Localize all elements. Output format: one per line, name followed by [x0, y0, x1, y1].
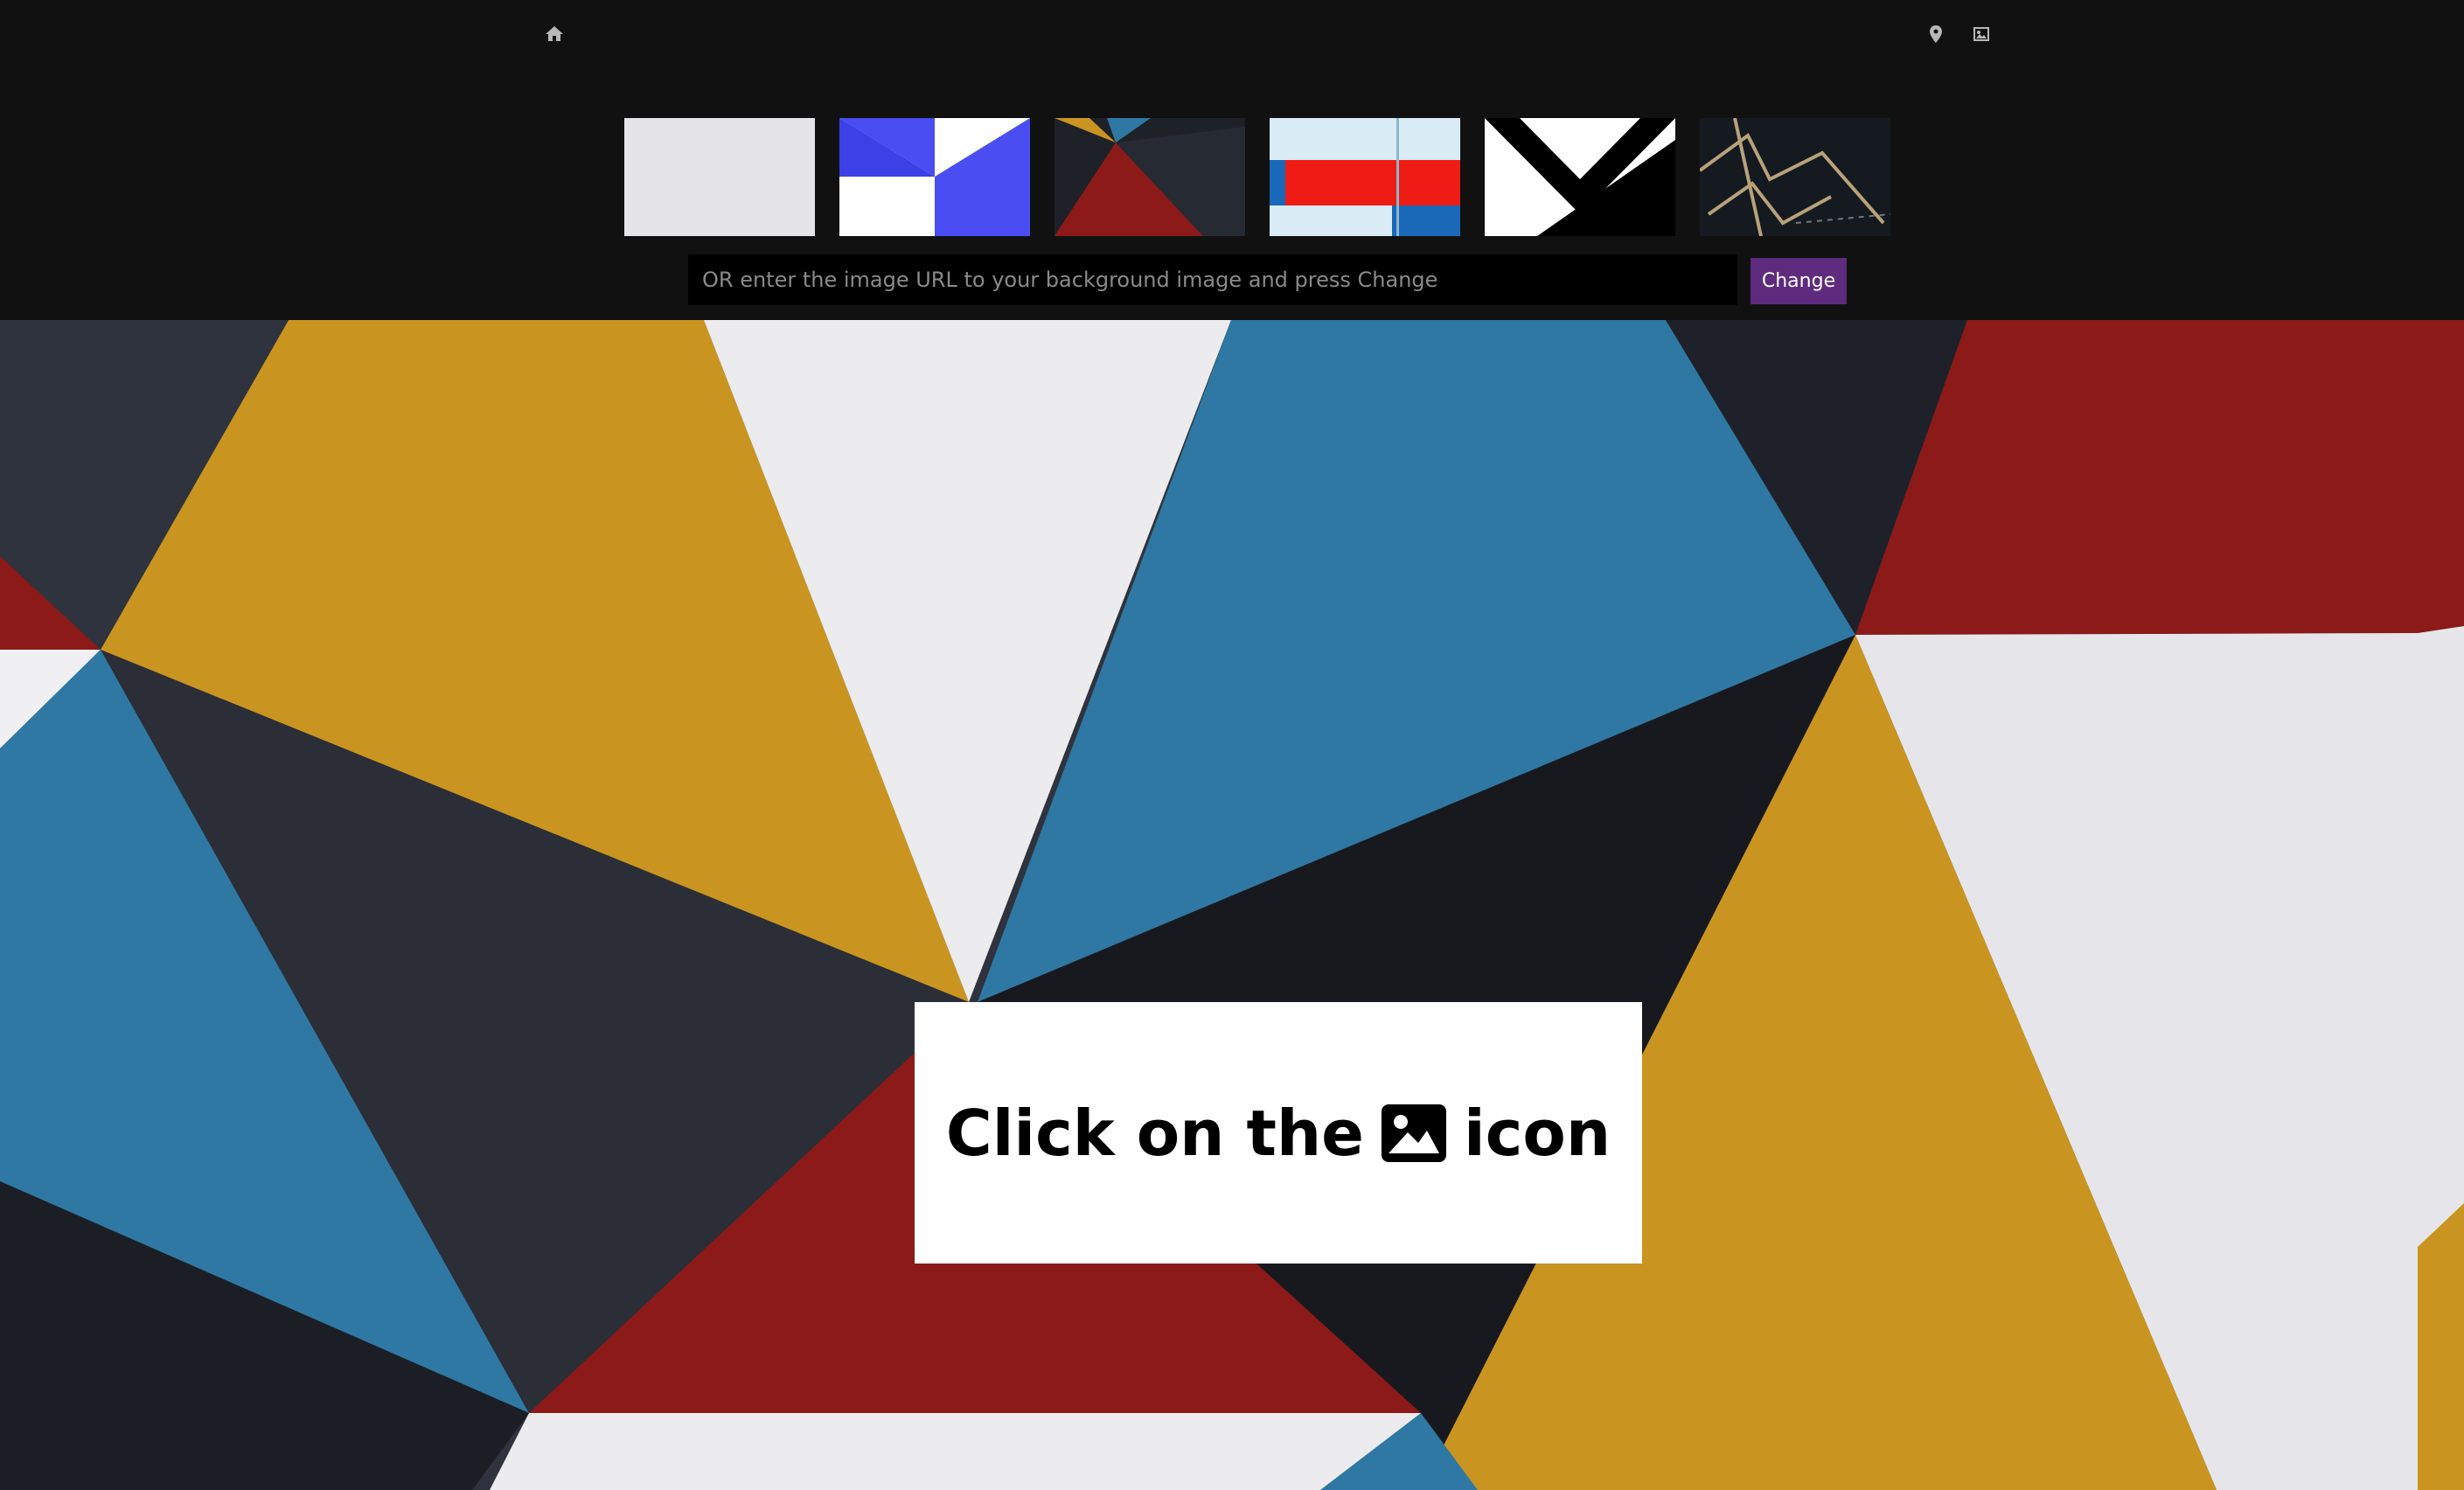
- thumbnail-dark-lines[interactable]: [1700, 118, 1890, 236]
- instruction-text-after: icon: [1464, 1096, 1611, 1170]
- image-icon: [1382, 1104, 1447, 1162]
- background-geometric-art: [0, 320, 2464, 1490]
- thumbnail-colored-triangles[interactable]: [1055, 118, 1245, 236]
- thumbnail-blue-white-triangles[interactable]: [839, 118, 1030, 236]
- thumbnail-black-white-chevron[interactable]: [1485, 118, 1675, 236]
- background-image: Click on the icon: [0, 320, 2464, 1490]
- image-icon[interactable]: [1964, 17, 1999, 52]
- image-url-input[interactable]: [688, 254, 1737, 305]
- change-button[interactable]: Change: [1751, 258, 1847, 304]
- map-pin-icon[interactable]: [1918, 17, 1953, 52]
- instruction-text-before: Click on the: [945, 1096, 1365, 1170]
- instruction-card: Click on the icon: [915, 1002, 1642, 1264]
- thumbnail-light-gray[interactable]: [624, 118, 815, 236]
- top-bar: Change: [0, 0, 2464, 320]
- thumbnail-red-blue-stripes[interactable]: [1270, 118, 1460, 236]
- home-icon[interactable]: [537, 17, 572, 52]
